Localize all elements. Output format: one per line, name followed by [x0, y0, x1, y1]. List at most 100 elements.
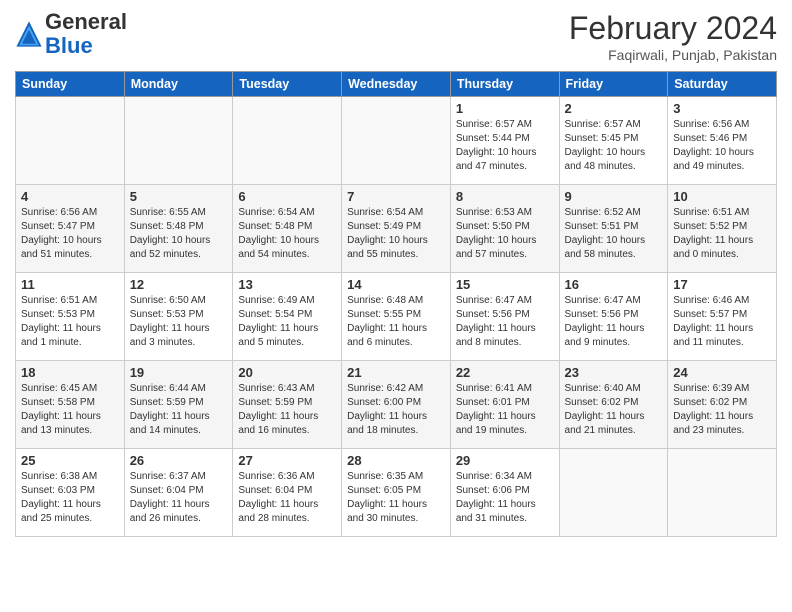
col-thursday: Thursday — [450, 72, 559, 97]
month-title: February 2024 — [569, 10, 777, 47]
calendar-cell — [16, 97, 125, 185]
day-info: Sunrise: 6:38 AM Sunset: 6:03 PM Dayligh… — [21, 470, 119, 526]
day-info: Sunrise: 6:57 AM Sunset: 5:45 PM Dayligh… — [565, 118, 663, 174]
day-number: 1 — [456, 101, 554, 116]
day-number: 26 — [130, 453, 228, 468]
day-number: 3 — [673, 101, 771, 116]
day-info: Sunrise: 6:49 AM Sunset: 5:54 PM Dayligh… — [238, 294, 336, 350]
calendar-cell: 1 Sunrise: 6:57 AM Sunset: 5:44 PM Daylig… — [450, 97, 559, 185]
calendar-week-2: 4Sunrise: 6:56 AM Sunset: 5:47 PM Daylig… — [16, 185, 777, 273]
day-number: 4 — [21, 189, 119, 204]
day-number: 14 — [347, 277, 445, 292]
calendar-cell: 21 Sunrise: 6:42 AM Sunset: 6:00 PM Dayli… — [342, 361, 451, 449]
calendar-cell: 18Sunrise: 6:45 AM Sunset: 5:58 PM Dayli… — [16, 361, 125, 449]
col-monday: Monday — [124, 72, 233, 97]
calendar-cell: 25 Sunrise: 6:38 AM Sunset: 6:03 PM Dayli… — [16, 449, 125, 537]
calendar-cell: 29 Sunrise: 6:34 AM Sunset: 6:06 PM Dayli… — [450, 449, 559, 537]
day-info: Sunrise: 6:35 AM Sunset: 6:05 PM Dayligh… — [347, 470, 445, 526]
calendar-cell: 2 Sunrise: 6:57 AM Sunset: 5:45 PM Daylig… — [559, 97, 668, 185]
day-info: Sunrise: 6:43 AM Sunset: 5:59 PM Dayligh… — [238, 382, 336, 438]
calendar-cell: 4Sunrise: 6:56 AM Sunset: 5:47 PM Daylig… — [16, 185, 125, 273]
calendar-cell: 14 Sunrise: 6:48 AM Sunset: 5:55 PM Dayli… — [342, 273, 451, 361]
calendar-cell: 15Sunrise: 6:47 AM Sunset: 5:56 PM Dayli… — [450, 273, 559, 361]
calendar-cell: 10 Sunrise: 6:51 AM Sunset: 5:52 PM Dayli… — [668, 185, 777, 273]
calendar-cell: 23 Sunrise: 6:40 AM Sunset: 6:02 PM Dayli… — [559, 361, 668, 449]
day-number: 18 — [21, 365, 119, 380]
day-info: Sunrise: 6:48 AM Sunset: 5:55 PM Dayligh… — [347, 294, 445, 350]
day-number: 17 — [673, 277, 771, 292]
day-number: 11 — [21, 277, 119, 292]
day-info: Sunrise: 6:52 AM Sunset: 5:51 PM Dayligh… — [565, 206, 663, 262]
day-number: 10 — [673, 189, 771, 204]
day-info: Sunrise: 6:44 AM Sunset: 5:59 PM Dayligh… — [130, 382, 228, 438]
day-number: 2 — [565, 101, 663, 116]
day-info: Sunrise: 6:55 AM Sunset: 5:48 PM Dayligh… — [130, 206, 228, 262]
calendar-week-1: 1 Sunrise: 6:57 AM Sunset: 5:44 PM Daylig… — [16, 97, 777, 185]
location-title: Faqirwali, Punjab, Pakistan — [569, 47, 777, 63]
day-info: Sunrise: 6:57 AM Sunset: 5:44 PM Dayligh… — [456, 118, 554, 174]
day-info: Sunrise: 6:40 AM Sunset: 6:02 PM Dayligh… — [565, 382, 663, 438]
calendar-cell: 28 Sunrise: 6:35 AM Sunset: 6:05 PM Dayli… — [342, 449, 451, 537]
calendar-cell: 27Sunrise: 6:36 AM Sunset: 6:04 PM Dayli… — [233, 449, 342, 537]
day-info: Sunrise: 6:53 AM Sunset: 5:50 PM Dayligh… — [456, 206, 554, 262]
col-friday: Friday — [559, 72, 668, 97]
calendar-cell: 9Sunrise: 6:52 AM Sunset: 5:51 PM Daylig… — [559, 185, 668, 273]
day-info: Sunrise: 6:54 AM Sunset: 5:48 PM Dayligh… — [238, 206, 336, 262]
calendar-week-5: 25 Sunrise: 6:38 AM Sunset: 6:03 PM Dayli… — [16, 449, 777, 537]
calendar-cell: 16 Sunrise: 6:47 AM Sunset: 5:56 PM Dayli… — [559, 273, 668, 361]
calendar-cell — [668, 449, 777, 537]
page: GeneralBlue February 2024 Faqirwali, Pun… — [0, 0, 792, 612]
day-number: 22 — [456, 365, 554, 380]
day-number: 7 — [347, 189, 445, 204]
day-number: 19 — [130, 365, 228, 380]
title-block: February 2024 Faqirwali, Punjab, Pakista… — [569, 10, 777, 63]
calendar-cell: 20 Sunrise: 6:43 AM Sunset: 5:59 PM Dayli… — [233, 361, 342, 449]
logo: GeneralBlue — [15, 10, 127, 58]
col-saturday: Saturday — [668, 72, 777, 97]
calendar-cell: 7Sunrise: 6:54 AM Sunset: 5:49 PM Daylig… — [342, 185, 451, 273]
day-info: Sunrise: 6:41 AM Sunset: 6:01 PM Dayligh… — [456, 382, 554, 438]
col-wednesday: Wednesday — [342, 72, 451, 97]
calendar-cell: 22 Sunrise: 6:41 AM Sunset: 6:01 PM Dayli… — [450, 361, 559, 449]
day-number: 5 — [130, 189, 228, 204]
day-number: 29 — [456, 453, 554, 468]
calendar-cell: 19 Sunrise: 6:44 AM Sunset: 5:59 PM Dayli… — [124, 361, 233, 449]
calendar-week-4: 18Sunrise: 6:45 AM Sunset: 5:58 PM Dayli… — [16, 361, 777, 449]
day-info: Sunrise: 6:42 AM Sunset: 6:00 PM Dayligh… — [347, 382, 445, 438]
day-number: 20 — [238, 365, 336, 380]
calendar-cell: 5 Sunrise: 6:55 AM Sunset: 5:48 PM Daylig… — [124, 185, 233, 273]
day-number: 8 — [456, 189, 554, 204]
day-number: 16 — [565, 277, 663, 292]
day-info: Sunrise: 6:56 AM Sunset: 5:46 PM Dayligh… — [673, 118, 771, 174]
day-number: 23 — [565, 365, 663, 380]
calendar-cell: 12 Sunrise: 6:50 AM Sunset: 5:53 PM Dayli… — [124, 273, 233, 361]
calendar-header-row: Sunday Monday Tuesday Wednesday Thursday… — [16, 72, 777, 97]
day-info: Sunrise: 6:47 AM Sunset: 5:56 PM Dayligh… — [565, 294, 663, 350]
calendar-cell: 13 Sunrise: 6:49 AM Sunset: 5:54 PM Dayli… — [233, 273, 342, 361]
calendar-cell: 26 Sunrise: 6:37 AM Sunset: 6:04 PM Dayli… — [124, 449, 233, 537]
day-info: Sunrise: 6:51 AM Sunset: 5:53 PM Dayligh… — [21, 294, 119, 350]
calendar-cell: 6Sunrise: 6:54 AM Sunset: 5:48 PM Daylig… — [233, 185, 342, 273]
day-number: 21 — [347, 365, 445, 380]
calendar-cell — [233, 97, 342, 185]
day-info: Sunrise: 6:39 AM Sunset: 6:02 PM Dayligh… — [673, 382, 771, 438]
day-info: Sunrise: 6:46 AM Sunset: 5:57 PM Dayligh… — [673, 294, 771, 350]
col-tuesday: Tuesday — [233, 72, 342, 97]
day-number: 28 — [347, 453, 445, 468]
header: GeneralBlue February 2024 Faqirwali, Pun… — [15, 10, 777, 63]
day-number: 13 — [238, 277, 336, 292]
day-number: 27 — [238, 453, 336, 468]
calendar-cell: 11 Sunrise: 6:51 AM Sunset: 5:53 PM Dayli… — [16, 273, 125, 361]
calendar-week-3: 11 Sunrise: 6:51 AM Sunset: 5:53 PM Dayli… — [16, 273, 777, 361]
day-number: 25 — [21, 453, 119, 468]
day-info: Sunrise: 6:34 AM Sunset: 6:06 PM Dayligh… — [456, 470, 554, 526]
calendar-cell — [342, 97, 451, 185]
day-info: Sunrise: 6:50 AM Sunset: 5:53 PM Dayligh… — [130, 294, 228, 350]
day-number: 12 — [130, 277, 228, 292]
day-info: Sunrise: 6:37 AM Sunset: 6:04 PM Dayligh… — [130, 470, 228, 526]
day-info: Sunrise: 6:51 AM Sunset: 5:52 PM Dayligh… — [673, 206, 771, 262]
calendar-cell: 17 Sunrise: 6:46 AM Sunset: 5:57 PM Dayli… — [668, 273, 777, 361]
logo-text: GeneralBlue — [45, 10, 127, 58]
calendar-cell: 3 Sunrise: 6:56 AM Sunset: 5:46 PM Daylig… — [668, 97, 777, 185]
calendar-cell — [559, 449, 668, 537]
